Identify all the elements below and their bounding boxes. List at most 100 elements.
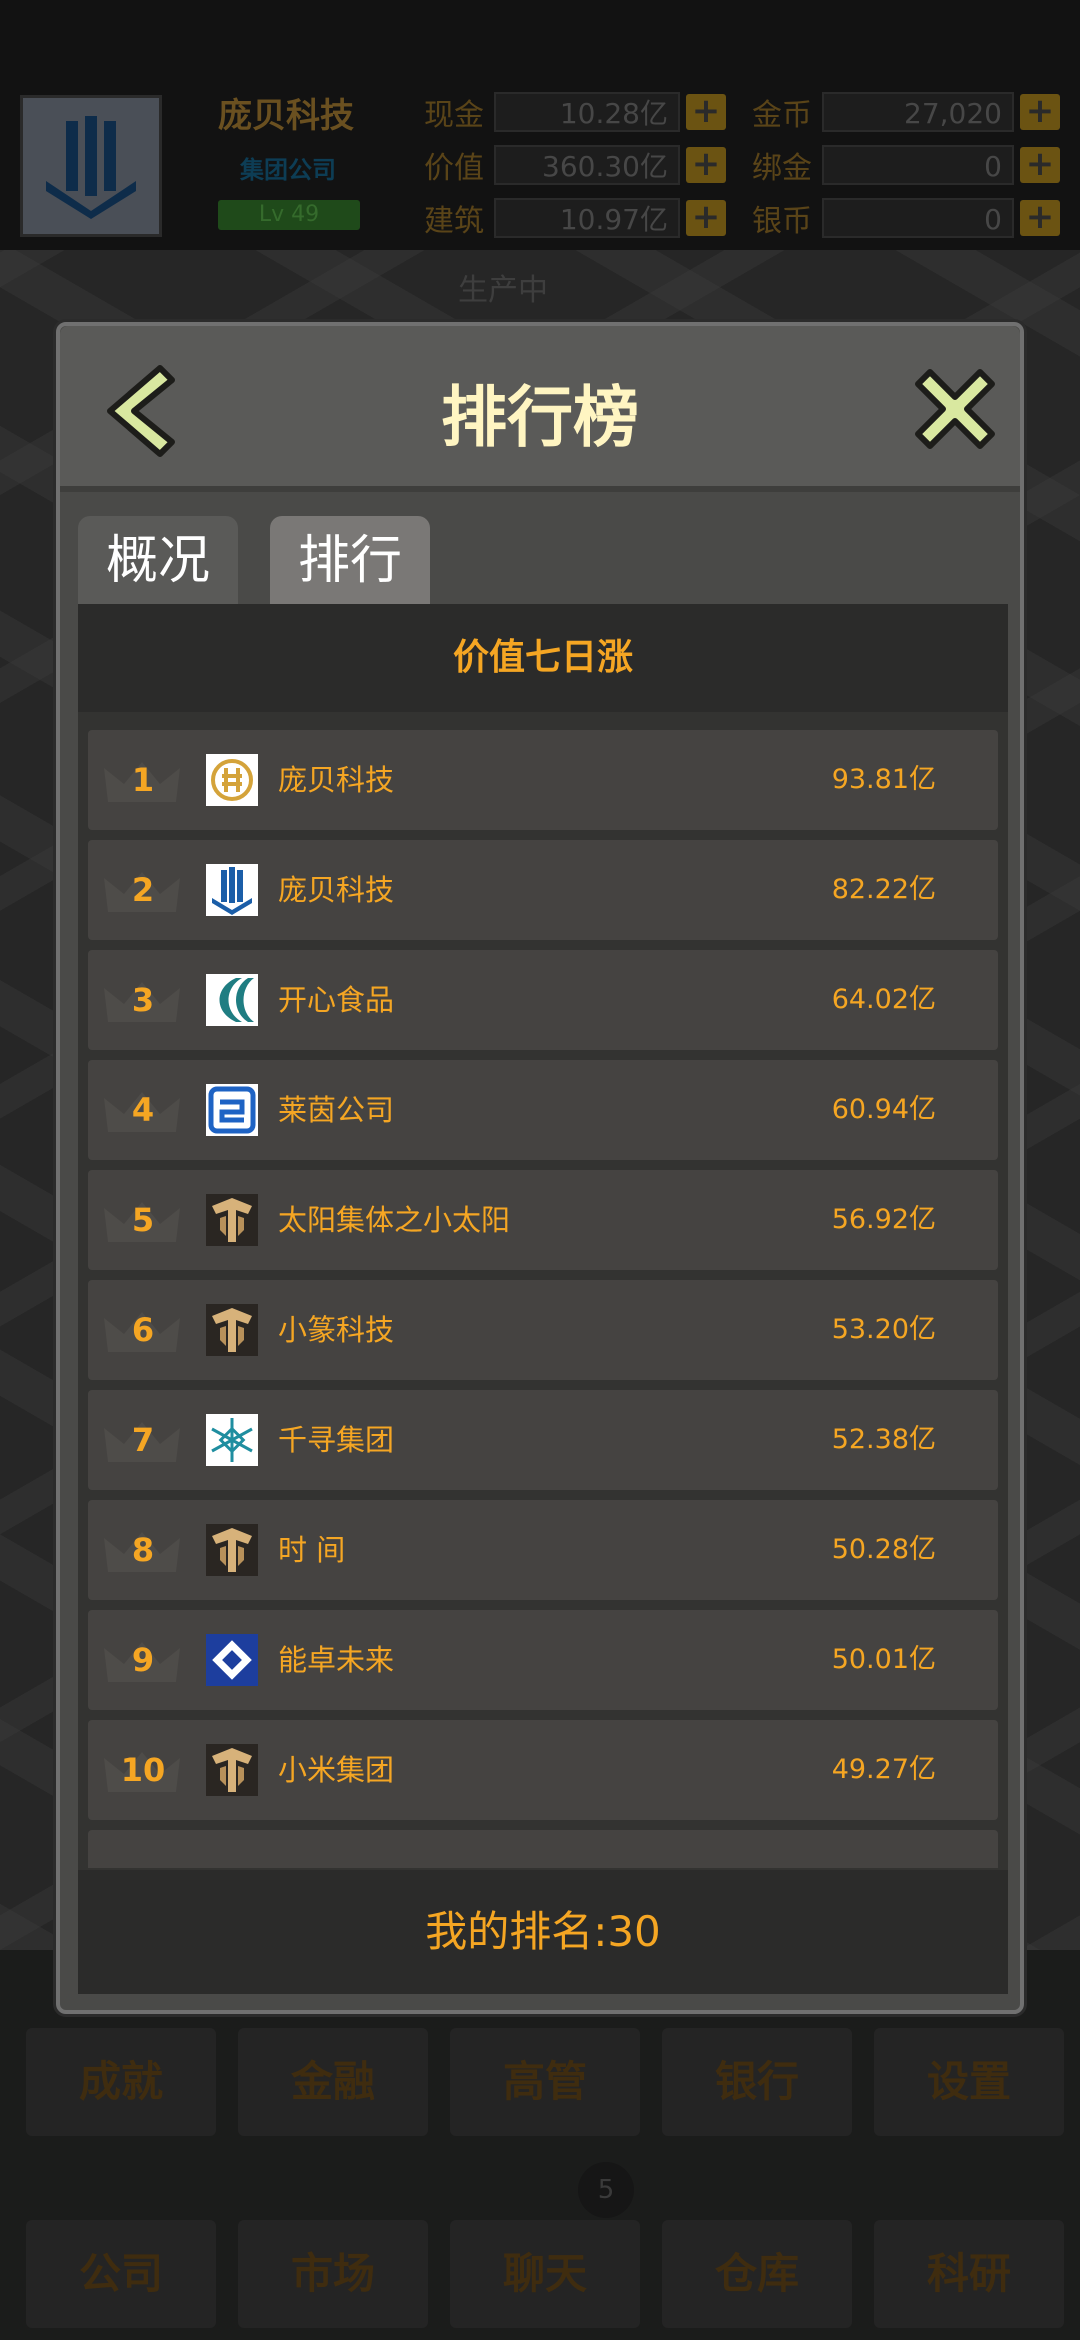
level-badge: Lv 49	[218, 200, 360, 230]
resource-bound-gold: 绑金 0 +	[752, 143, 1060, 187]
resource-cash: 现金 10.28亿 +	[424, 90, 726, 134]
ranking-row[interactable]: 1 庞贝科技 93.81亿	[88, 730, 998, 830]
value-gain: 56.92亿	[831, 1204, 936, 1235]
resource-value-row: 价值 360.30亿 +	[424, 143, 726, 187]
resource-value: 27,020	[822, 92, 1014, 132]
close-icon	[915, 369, 995, 449]
ranking-category-title: 价值七日涨	[78, 604, 1008, 712]
add-bound-gold-button[interactable]: +	[1020, 147, 1060, 183]
rank-number: 6	[131, 1311, 155, 1349]
blue-square-icon	[206, 1084, 258, 1136]
resource-label: 银币	[752, 204, 812, 239]
gold-coin-icon	[206, 754, 258, 806]
rank-number: 7	[131, 1421, 155, 1459]
ranking-row[interactable]: 2 庞贝科技 82.22亿	[88, 840, 998, 940]
company-name: 时 间	[278, 1533, 346, 1567]
modal-header: 排行榜	[60, 326, 1020, 492]
ranking-row[interactable]: 6 小篆科技 53.20亿	[88, 1280, 998, 1380]
resource-value: 10.28亿	[494, 92, 680, 132]
resource-silver: 银币 0 +	[752, 196, 1060, 240]
nav-executives[interactable]: 高管	[450, 2028, 640, 2136]
add-building-button[interactable]: +	[686, 200, 726, 236]
my-rank-label: 我的排名:30	[78, 1870, 1008, 1994]
resource-label: 价值	[424, 151, 484, 186]
rank-number: 3	[131, 981, 155, 1019]
tab-ranking[interactable]: 排行	[270, 516, 430, 606]
ranking-row[interactable]: 4 莱茵公司 60.94亿	[88, 1060, 998, 1160]
production-status: 生产中	[458, 273, 548, 308]
resource-label: 现金	[424, 98, 484, 133]
company-name: 太阳集体之小太阳	[278, 1203, 511, 1237]
value-gain: 50.28亿	[831, 1534, 936, 1565]
nav-finance[interactable]: 金融	[238, 2028, 428, 2136]
company-name: 千寻集团	[278, 1423, 395, 1457]
company-name: 庞贝科技	[218, 96, 354, 136]
gold-shield-icon	[206, 1194, 258, 1246]
ranking-list[interactable]: 1 庞贝科技 93.81亿 2 庞贝科技 82.22亿 3 开心食品 64.02亿 4 莱茵公司 60…	[78, 720, 1008, 1868]
add-value-button[interactable]: +	[686, 147, 726, 183]
resource-value: 360.30亿	[494, 145, 680, 185]
nav-settings[interactable]: 设置	[874, 2028, 1064, 2136]
blue-building-icon	[36, 111, 146, 221]
ranking-row[interactable]: 5 太阳集体之小太阳 56.92亿	[88, 1170, 998, 1270]
company-name: 开心食品	[278, 983, 395, 1017]
nav-company[interactable]: 公司	[26, 2220, 216, 2328]
rank-number: 5	[131, 1201, 155, 1239]
gold-shield-icon	[206, 1744, 258, 1796]
resource-value: 10.97亿	[494, 198, 680, 238]
ranking-row[interactable]: 9 能卓未来 50.01亿	[88, 1610, 998, 1710]
gold-shield-icon	[206, 1304, 258, 1356]
resource-gold: 金币 27,020 +	[752, 90, 1060, 134]
value-gain: 64.02亿	[831, 984, 936, 1015]
value-gain: 60.94亿	[831, 1094, 936, 1125]
top-status-bar: 庞贝科技 集团公司 Lv 49 现金 10.28亿 + 价值 360.30亿 +…	[0, 0, 1080, 250]
rank-number: 2	[131, 871, 155, 909]
gold-shield-icon	[206, 1524, 258, 1576]
add-gold-button[interactable]: +	[1020, 94, 1060, 130]
ranking-row[interactable]: 10 小米集团 49.27亿	[88, 1720, 998, 1820]
company-name: 小篆科技	[278, 1313, 395, 1347]
nav-bank[interactable]: 银行	[662, 2028, 852, 2136]
add-cash-button[interactable]: +	[686, 94, 726, 130]
tab-overview[interactable]: 概况	[78, 516, 238, 606]
teal-wave-icon	[206, 974, 258, 1026]
value-gain: 82.22亿	[831, 874, 936, 905]
resource-label: 金币	[752, 98, 812, 133]
blue-diamond-icon	[206, 1634, 258, 1686]
value-gain: 52.38亿	[831, 1424, 936, 1455]
rank-number: 4	[131, 1091, 155, 1129]
value-gain: 49.27亿	[831, 1754, 936, 1785]
resource-label: 绑金	[752, 151, 812, 186]
ranking-row[interactable]: 7 千寻集团 52.38亿	[88, 1390, 998, 1490]
ranking-row-partial[interactable]	[88, 1830, 998, 1868]
leaderboard-modal: 排行榜 概况 排行 价值七日涨 1 庞贝科技 93.81亿 2 庞贝科技 82.22亿 3 开…	[56, 322, 1024, 2014]
rank-number: 1	[131, 761, 155, 799]
resource-label: 建筑	[424, 204, 484, 239]
ranking-row[interactable]: 3 开心食品 64.02亿	[88, 950, 998, 1050]
company-name: 庞贝科技	[278, 763, 395, 797]
resource-value: 0	[822, 145, 1014, 185]
rank-number: 10	[120, 1751, 166, 1789]
blue-building-icon	[206, 864, 258, 916]
close-button[interactable]	[900, 354, 1010, 464]
company-name: 小米集团	[278, 1753, 395, 1787]
nav-warehouse[interactable]: 仓库	[662, 2220, 852, 2328]
company-name: 能卓未来	[278, 1643, 395, 1677]
nav-research[interactable]: 科研	[874, 2220, 1064, 2328]
resource-building: 建筑 10.97亿 +	[424, 196, 726, 240]
ranking-panel: 价值七日涨 1 庞贝科技 93.81亿 2 庞贝科技 82.22亿 3 开心食品 64.02亿 4…	[78, 604, 1008, 1994]
value-gain: 93.81亿	[831, 764, 936, 795]
value-gain: 53.20亿	[831, 1314, 936, 1345]
company-name: 莱茵公司	[278, 1093, 395, 1127]
ranking-row[interactable]: 8 时 间 50.28亿	[88, 1500, 998, 1600]
chat-badge: 5	[578, 2162, 634, 2218]
rank-number: 8	[131, 1531, 155, 1569]
company-logo	[20, 95, 162, 237]
nav-achievements[interactable]: 成就	[26, 2028, 216, 2136]
add-silver-button[interactable]: +	[1020, 200, 1060, 236]
company-type: 集团公司	[240, 156, 336, 184]
nav-chat[interactable]: 聊天	[450, 2220, 640, 2328]
nav-market[interactable]: 市场	[238, 2220, 428, 2328]
resource-value: 0	[822, 198, 1014, 238]
company-name: 庞贝科技	[278, 873, 395, 907]
